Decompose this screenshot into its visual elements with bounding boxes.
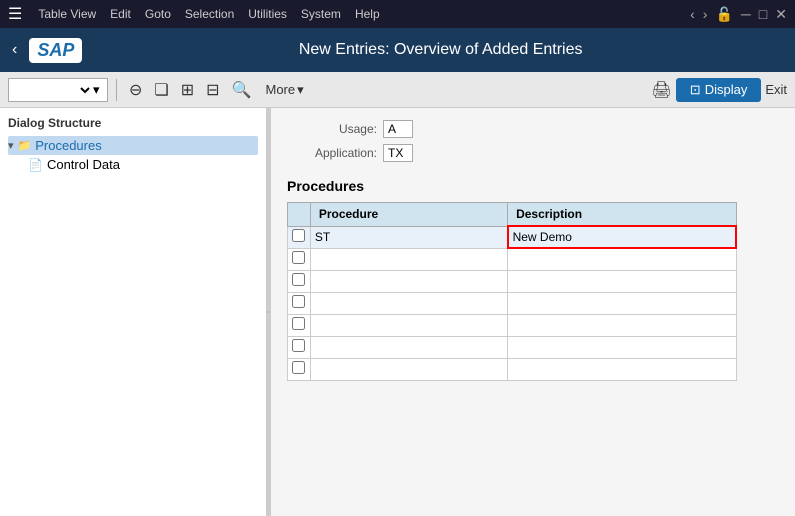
row-procedure — [310, 336, 507, 358]
row-checkbox[interactable] — [292, 273, 305, 286]
table-header-row: Procedure Description — [288, 203, 737, 227]
dropdown-chevron-icon: ▾ — [93, 82, 100, 98]
sidebar: Dialog Structure ▾ 📁 Procedures 📄 Contro… — [0, 108, 267, 516]
row-checkbox-cell — [288, 248, 311, 270]
row-description[interactable]: New Demo — [508, 226, 736, 248]
toolbar: ▾ ⊖ ❏ ⊞ ⊟ 🔍 More ▾ 🖨 ⊡ Display Exit — [0, 72, 795, 108]
usage-label: Usage: — [287, 122, 377, 136]
toolbar-info-button[interactable]: 🔍 — [228, 78, 256, 102]
menu-utilities[interactable]: Utilities — [248, 7, 287, 21]
toolbar-separator-1 — [116, 79, 117, 101]
tree-expand-icon: ▾ — [8, 139, 14, 152]
row-checkbox[interactable] — [292, 339, 305, 352]
usage-row: Usage: A — [287, 120, 779, 138]
sap-logo: SAP — [29, 38, 82, 63]
table-row — [288, 292, 737, 314]
menu-help[interactable]: Help — [355, 7, 380, 21]
application-label: Application: — [287, 146, 377, 160]
row-checkbox[interactable] — [292, 229, 305, 242]
row-checkbox-cell — [288, 358, 311, 380]
toolbar-exit-button[interactable]: Exit — [765, 82, 787, 97]
procedures-table: Procedure Description STNew Demo — [287, 202, 737, 381]
table-row: STNew Demo — [288, 226, 737, 248]
row-procedure — [310, 270, 507, 292]
usage-value: A — [383, 120, 413, 138]
page-title: New Entries: Overview of Added Entries — [98, 41, 783, 59]
menu-table-view[interactable]: Table View — [38, 7, 96, 21]
menu-edit[interactable]: Edit — [110, 7, 131, 21]
menu-system[interactable]: System — [301, 7, 341, 21]
row-checkbox[interactable] — [292, 295, 305, 308]
title-back-button[interactable]: ‹ — [12, 41, 17, 59]
title-bar: ‹ SAP New Entries: Overview of Added Ent… — [0, 28, 795, 72]
hamburger-menu[interactable]: ☰ — [8, 4, 22, 24]
row-description[interactable] — [508, 292, 736, 314]
row-checkbox[interactable] — [292, 251, 305, 264]
content-area: Usage: A Application: TX Procedures Proc… — [271, 108, 795, 516]
toolbar-minus-button[interactable]: ⊖ — [125, 78, 146, 102]
menu-bar: ☰ Table View Edit Goto Selection Utiliti… — [0, 0, 795, 28]
table-row — [288, 248, 737, 270]
row-description[interactable] — [508, 314, 736, 336]
nav-close-icon[interactable]: ✕ — [775, 6, 787, 23]
nav-maximize-icon[interactable]: □ — [759, 6, 767, 22]
row-description[interactable] — [508, 358, 736, 380]
toolbar-display-button[interactable]: ⊡ Display — [676, 78, 762, 102]
row-checkbox-cell — [288, 292, 311, 314]
menu-items: Table View Edit Goto Selection Utilities… — [38, 7, 379, 21]
tree-folder-open-icon: 📁 — [18, 139, 32, 152]
toolbar-table-button[interactable]: ⊟ — [202, 78, 223, 102]
toolbar-more-button[interactable]: More ▾ — [259, 80, 309, 100]
table-header-description: Description — [508, 203, 736, 227]
more-chevron-icon: ▾ — [297, 82, 304, 98]
nav-back-arrow[interactable]: ‹ — [690, 6, 695, 22]
application-value: TX — [383, 144, 413, 162]
row-procedure — [310, 314, 507, 336]
nav-arrows: ‹ › 🔓 ─ □ ✕ — [690, 6, 787, 23]
menu-selection[interactable]: Selection — [185, 7, 234, 21]
more-label: More — [265, 82, 295, 97]
sidebar-item-control-data[interactable]: 📄 Control Data — [8, 155, 258, 174]
sidebar-procedures-label: Procedures — [35, 138, 101, 153]
application-row: Application: TX — [287, 144, 779, 162]
table-row — [288, 336, 737, 358]
row-checkbox-cell — [288, 270, 311, 292]
row-description[interactable] — [508, 248, 736, 270]
toolbar-print-button[interactable]: 🖨 — [651, 80, 671, 100]
row-checkbox-cell — [288, 314, 311, 336]
nav-forward-arrow[interactable]: › — [703, 6, 708, 22]
display-icon: ⊡ — [690, 82, 701, 98]
table-header-procedure: Procedure — [310, 203, 507, 227]
sap-logo-text: SAP — [37, 40, 74, 60]
table-header-checkbox — [288, 203, 311, 227]
display-label: Display — [705, 82, 748, 97]
tree-folder-icon: 📄 — [28, 158, 43, 172]
sidebar-structure-title: Dialog Structure — [8, 116, 258, 130]
row-checkbox-cell — [288, 226, 311, 248]
nav-lock-icon[interactable]: 🔓 — [715, 6, 732, 23]
row-description[interactable] — [508, 336, 736, 358]
row-procedure: ST — [310, 226, 507, 248]
row-procedure — [310, 292, 507, 314]
toolbar-select[interactable] — [13, 82, 93, 98]
row-description[interactable] — [508, 270, 736, 292]
table-row — [288, 314, 737, 336]
sidebar-item-procedures[interactable]: ▾ 📁 Procedures — [8, 136, 258, 155]
toolbar-copy-button[interactable]: ❏ — [150, 78, 172, 102]
procedures-section-title: Procedures — [287, 178, 779, 194]
toolbar-dropdown[interactable]: ▾ — [8, 78, 108, 102]
nav-minimize-icon[interactable]: ─ — [741, 6, 751, 22]
row-procedure — [310, 358, 507, 380]
main-content: Dialog Structure ▾ 📁 Procedures 📄 Contro… — [0, 108, 795, 516]
row-checkbox-cell — [288, 336, 311, 358]
table-row — [288, 358, 737, 380]
toolbar-grid-button[interactable]: ⊞ — [177, 78, 198, 102]
table-row — [288, 270, 737, 292]
row-checkbox[interactable] — [292, 361, 305, 374]
row-checkbox[interactable] — [292, 317, 305, 330]
menu-goto[interactable]: Goto — [145, 7, 171, 21]
row-procedure — [310, 248, 507, 270]
sidebar-control-data-label: Control Data — [47, 157, 120, 172]
